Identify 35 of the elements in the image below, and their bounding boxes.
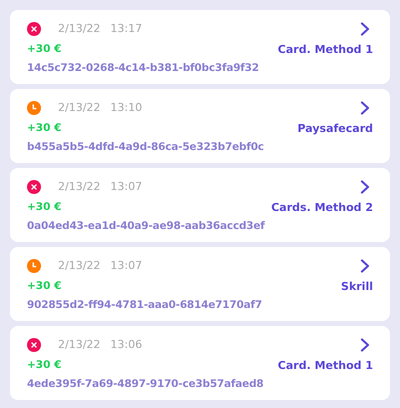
transaction-date: 2/13/22 bbox=[58, 22, 100, 35]
chevron-right-icon[interactable] bbox=[360, 258, 370, 272]
amount: +30 € bbox=[27, 201, 62, 213]
clock-icon bbox=[27, 258, 41, 272]
transaction-date: 2/13/22 bbox=[58, 259, 100, 272]
transaction-time: 13:07 bbox=[110, 180, 142, 193]
amount: +30 € bbox=[27, 359, 62, 371]
payment-method: Card. Method 1 bbox=[278, 358, 373, 372]
chevron-right-icon[interactable] bbox=[360, 180, 370, 194]
transaction-date: 2/13/22 bbox=[58, 180, 100, 193]
payment-method: Card. Method 1 bbox=[278, 42, 373, 56]
clock-icon bbox=[27, 100, 41, 114]
transaction-id: 14c5c732-0268-4c14-b381-bf0bc3fa9f32 bbox=[27, 62, 260, 74]
close-icon bbox=[27, 180, 41, 194]
transaction-time: 13:17 bbox=[110, 22, 142, 35]
payment-method: Paysafecard bbox=[298, 122, 373, 134]
chevron-right-icon[interactable] bbox=[360, 100, 370, 114]
payment-method: Skrill bbox=[341, 280, 373, 292]
transaction-time: 13:07 bbox=[110, 259, 142, 272]
transaction-time: 13:06 bbox=[110, 338, 142, 351]
amount: +30 € bbox=[27, 43, 62, 55]
chevron-right-icon[interactable] bbox=[360, 22, 370, 36]
chevron-right-icon[interactable] bbox=[360, 338, 370, 352]
payment-method: Cards. Method 2 bbox=[271, 200, 373, 214]
transaction-id: 902855d2-ff94-4781-aaa0-6814e7170af7 bbox=[27, 299, 263, 311]
close-icon bbox=[27, 22, 41, 36]
transaction-id: b455a5b5-4dfd-4a9d-86ca-5e323b7ebf0c bbox=[27, 141, 265, 153]
transaction-id: 4ede395f-7a69-4897-9170-ce3b57afaed8 bbox=[27, 378, 265, 390]
transaction-id: 0a04ed43-ea1d-40a9-ae98-aab36accd3ef bbox=[27, 220, 266, 232]
amount: +30 € bbox=[27, 122, 62, 134]
close-icon bbox=[27, 338, 41, 352]
transaction-date: 2/13/22 bbox=[58, 101, 100, 114]
transaction-date: 2/13/22 bbox=[58, 338, 100, 351]
amount: +30 € bbox=[27, 280, 62, 292]
transaction-time: 13:10 bbox=[110, 101, 142, 114]
